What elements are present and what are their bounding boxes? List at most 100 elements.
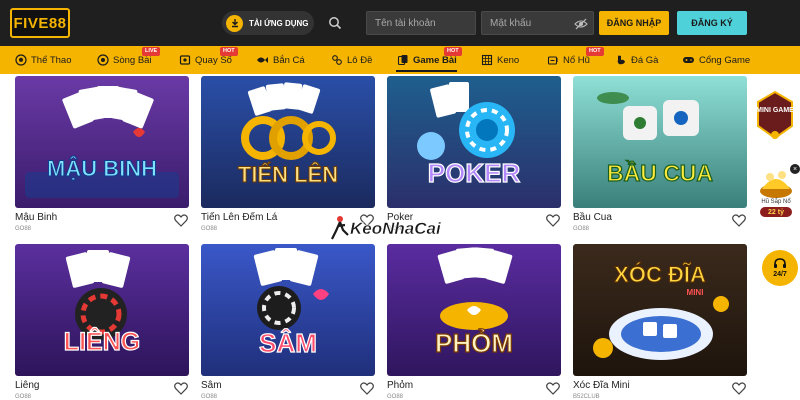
page: FIVE88 TẢI ỨNG DỤNG ĐĂNG NHẬP ĐĂNG KÝ Th… xyxy=(0,0,800,400)
nav-label: Thể Thao xyxy=(31,54,72,66)
game-provider: GO88 xyxy=(201,226,218,232)
eye-slash-icon[interactable] xyxy=(574,17,588,30)
soccer-player-icon xyxy=(331,216,349,240)
watermark: KeoNhaCai xyxy=(330,209,470,249)
nav-label: Lô Đề xyxy=(347,54,373,66)
casino-chip-icon xyxy=(96,54,109,67)
game-art-title: TIẾN LÊN xyxy=(237,162,339,188)
game-provider: GO88 xyxy=(201,394,218,400)
logo-text: FIVE88 xyxy=(13,14,67,32)
jackpot-label: Hũ Sắp Nổ xyxy=(761,199,791,205)
nav-label: Cổng Game xyxy=(699,54,751,66)
game-name[interactable]: Bầu Cua xyxy=(573,212,612,223)
game-provider: GO88 xyxy=(387,394,404,400)
headset-icon xyxy=(774,258,786,268)
favorite-heart-icon[interactable] xyxy=(360,382,374,395)
game-art-tien-len xyxy=(201,76,375,208)
game-name[interactable]: Liêng xyxy=(15,380,39,391)
game-provider: GO88 xyxy=(15,226,32,232)
game-art-title: POKER xyxy=(427,157,521,188)
nav-item-keno[interactable]: Keno xyxy=(480,46,519,74)
game-art-mau-binh xyxy=(15,76,189,208)
mini-game-widget[interactable]: MINI GAME xyxy=(752,90,798,142)
game-art-bau-cua xyxy=(573,76,747,208)
username-input[interactable] xyxy=(366,11,476,35)
search-icon[interactable] xyxy=(324,12,346,34)
support-247-button[interactable]: 24/7 xyxy=(762,250,798,286)
jackpot-value: 22 tỷ xyxy=(760,207,792,217)
slot-icon xyxy=(546,54,559,67)
login-button[interactable]: ĐĂNG NHẬP xyxy=(599,11,669,35)
mini-game-label: MINI GAME xyxy=(756,107,794,114)
soccer-ball-icon xyxy=(14,54,27,67)
nav-item-quay-so[interactable]: Quay Số HOT xyxy=(178,46,238,74)
lotto-icon xyxy=(330,54,343,67)
game-art-title: PHỎM xyxy=(434,327,513,358)
support-label: 24/7 xyxy=(773,271,787,278)
nav-item-ban-ca[interactable]: Bắn Cá xyxy=(256,46,305,74)
nav-label: Sòng Bài xyxy=(113,54,152,66)
game-art-title: LIÊNG xyxy=(63,327,141,356)
game-art-title: MẬU BINH xyxy=(47,156,158,182)
nav-label: Nổ Hũ xyxy=(563,54,590,66)
favorite-heart-icon[interactable] xyxy=(174,382,188,395)
favorite-heart-icon[interactable] xyxy=(546,214,560,227)
hot-badge: HOT xyxy=(220,47,238,56)
nav-label: Keno xyxy=(497,54,520,66)
download-app-button[interactable]: TẢI ỨNG DỤNG xyxy=(222,11,314,35)
fish-icon xyxy=(256,54,269,67)
game-card-xoc-dia-mini[interactable]: XÓC ĐĨA MINI xyxy=(573,244,747,376)
top-header: FIVE88 TẢI ỨNG DỤNG ĐĂNG NHẬP ĐĂNG KÝ xyxy=(0,0,800,46)
download-icon xyxy=(226,14,243,32)
main-nav: Thể Thao Sòng Bài LIVE Quay Số HOT Bắn C… xyxy=(0,46,800,74)
game-art-title: SÂM xyxy=(259,327,318,358)
register-button[interactable]: ĐĂNG KÝ xyxy=(677,11,747,35)
nav-item-lo-de[interactable]: Lô Đề xyxy=(330,46,372,74)
favorite-heart-icon[interactable] xyxy=(732,382,746,395)
game-name[interactable]: Mậu Binh xyxy=(15,212,57,223)
nav-item-song-bai[interactable]: Sòng Bài LIVE xyxy=(96,46,161,74)
lottery-icon xyxy=(178,54,191,67)
download-app-label: TẢI ỨNG DỤNG xyxy=(249,18,309,28)
game-provider: GO88 xyxy=(15,394,32,400)
nav-label: Bắn Cá xyxy=(273,54,305,66)
game-art-title: BẦU CUA xyxy=(606,159,714,186)
game-card-sam[interactable]: SÂM xyxy=(201,244,375,376)
game-card-phom[interactable]: PHỎM xyxy=(387,244,561,376)
game-card-poker[interactable]: POKER xyxy=(387,76,561,208)
game-card-mau-binh[interactable]: MẬU BINH xyxy=(15,76,189,208)
nav-label: Quay Số xyxy=(195,54,232,66)
hot-badge: HOT xyxy=(586,47,604,56)
nav-item-the-thao[interactable]: Thể Thao xyxy=(14,46,72,74)
jackpot-widget[interactable]: Hũ Sắp Nổ 22 tỷ xyxy=(752,165,800,225)
game-card-bau-cua[interactable]: BẦU CUA xyxy=(573,76,747,208)
watermark-text: KeoNhaCai xyxy=(350,219,441,238)
mini-game-badge-icon xyxy=(757,90,793,140)
nav-label: Game Bài xyxy=(413,54,457,66)
game-name[interactable]: Xóc Đĩa Mini xyxy=(573,380,630,391)
gamepad-icon xyxy=(682,54,695,67)
game-provider: B52CLUB xyxy=(573,394,600,400)
game-name[interactable]: Tiến Lên Đếm Lá xyxy=(201,212,277,223)
game-card-lieng[interactable]: LIÊNG xyxy=(15,244,189,376)
hot-badge: HOT xyxy=(444,47,462,56)
game-art-title: XÓC ĐĨA xyxy=(614,262,707,288)
game-name[interactable]: Sâm xyxy=(201,380,222,391)
site-logo[interactable]: FIVE88 xyxy=(10,8,70,38)
game-art-subtitle: MINI xyxy=(686,288,704,297)
favorite-heart-icon[interactable] xyxy=(174,214,188,227)
keno-grid-icon xyxy=(480,54,493,67)
nav-item-no-hu[interactable]: Nổ Hũ HOT xyxy=(546,46,604,74)
game-provider: GO88 xyxy=(573,226,590,232)
rooster-icon xyxy=(614,54,627,67)
cards-icon xyxy=(396,54,409,67)
nav-label: Đá Gà xyxy=(631,54,659,66)
nav-item-cong-game[interactable]: Cổng Game xyxy=(682,46,750,74)
game-card-tien-len[interactable]: TIẾN LÊN xyxy=(201,76,375,208)
nav-item-da-ga[interactable]: Đá Gà xyxy=(614,46,658,74)
game-name[interactable]: Phỏm xyxy=(387,380,413,391)
nav-item-game-bai[interactable]: Game Bài HOT xyxy=(396,46,462,74)
close-icon[interactable]: × xyxy=(790,164,800,174)
favorite-heart-icon[interactable] xyxy=(546,382,560,395)
favorite-heart-icon[interactable] xyxy=(732,214,746,227)
